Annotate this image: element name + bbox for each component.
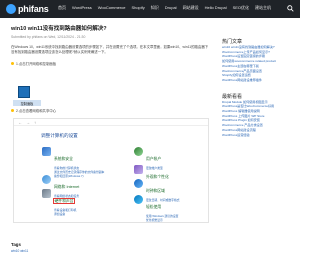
nav-item-seo[interactable]: SEO优化 [233,5,249,11]
search-icon[interactable] [287,5,294,12]
step-2: 2.点击查看网络和共享中心 [11,108,56,113]
nav-item-shopify[interactable]: Shopify [131,5,144,11]
display-icon [134,165,143,174]
cp-item-title: 轻松使用 [146,205,162,209]
nav-item-woocommerce[interactable]: WooCommerce [98,5,126,11]
article-intro: 在Windows 10、win11系统中找到路由器设置选项的步骤如下，并在设置完… [11,45,209,54]
article: win10 win11没有找到路由器如何解决? Submitted by phi… [11,24,211,66]
step-2-text: 2.点击查看网络和共享中心 [16,109,57,113]
bullet-icon [11,109,14,112]
cp-item-hardware-sound[interactable]: 硬件和声音 查看设备和打印机 添加设备 [42,189,76,216]
cp-item-sub[interactable]: 使用 Windows 建议的设置 优化视觉显示 [146,214,178,222]
logo-text: phifans [18,4,49,14]
up-arrow-icon: ↑ [34,119,36,125]
cp-item-title: 系统和安全 [54,157,73,161]
sidebar: 热门文章 win10 win11没有找到路由器如何解决? WooCommerce… [222,38,298,137]
top-navbar: phifans 首页 WordPress WooCommerce Shopify… [0,0,300,18]
control-panel-desktop-icon[interactable] [18,86,30,98]
nav-item-hosting[interactable]: 建站主机 [255,5,271,11]
step-1: 1.点击打开网络和控制面板 [11,61,211,66]
control-panel-screenshot: ← → ↑ 调整计算机的设置 系统和安全 查看你的计算机状态 通过文件历史记录保… [13,118,209,223]
tags-section: Tags win10 win11 [11,242,28,253]
tags-title: Tags [11,242,21,247]
cp-item-title: 用户帐户 [146,157,162,161]
article-title: win10 win11没有找到路由器如何解决? [11,26,107,32]
accessibility-icon [134,195,143,204]
step-1-text: 1.点击打开网络和控制面板 [16,62,57,66]
logo-icon [6,4,16,14]
site-logo[interactable]: phifans [6,2,49,16]
main-nav: 首页 WordPress WooCommerce Shopify 知识 Drup… [58,5,271,11]
cp-item-ease-of-access[interactable]: 轻松使用 使用 Windows 建议的设置 优化视觉显示 [134,195,178,222]
globe-icon [42,175,51,184]
cp-item-sub[interactable]: 查看设备和打印机 添加设备 [54,208,76,216]
clock-icon [134,179,143,188]
printer-icon [42,189,51,198]
control-panel-desktop-label: 控制面板 [13,100,41,106]
hot-articles-title: 热门文章 [222,39,243,45]
nav-item-home[interactable]: 首页 [58,5,66,11]
nav-item-wordpress[interactable]: WordPress [72,5,92,11]
recent-articles-title: 最新看看 [222,93,243,100]
cp-heading: 调整计算机的设置 [41,133,78,138]
shield-icon [42,147,51,156]
forward-arrow-icon: → [26,119,30,125]
back-arrow-icon: ← [18,119,22,125]
nav-item-website-building[interactable]: 网站建设 [183,5,199,11]
cp-item-title: 时钟和区域 [146,189,165,193]
nav-item-hello-drupal[interactable]: Hello Drupal [205,5,227,11]
recent-article-link[interactable]: WordPress运营经验 [222,133,298,138]
article-meta: Submitted by phifans on Wed, 12/11/2024 … [11,35,86,39]
nav-item-knowledge[interactable]: 知识 [151,5,159,11]
users-icon [134,147,143,156]
cp-item-title-highlighted[interactable]: 硬件和声音 [53,198,75,204]
cp-toolbar: ← → ↑ [14,119,208,126]
nav-item-drupal[interactable]: Drupal [165,5,177,11]
tag-link[interactable]: win10 win11 [11,249,28,253]
cp-item-system-security[interactable]: 系统和安全 查看你的计算机状态 通过文件历史记录保存你的文件备份副本 备份和还原… [42,147,104,178]
bullet-icon [11,62,14,65]
